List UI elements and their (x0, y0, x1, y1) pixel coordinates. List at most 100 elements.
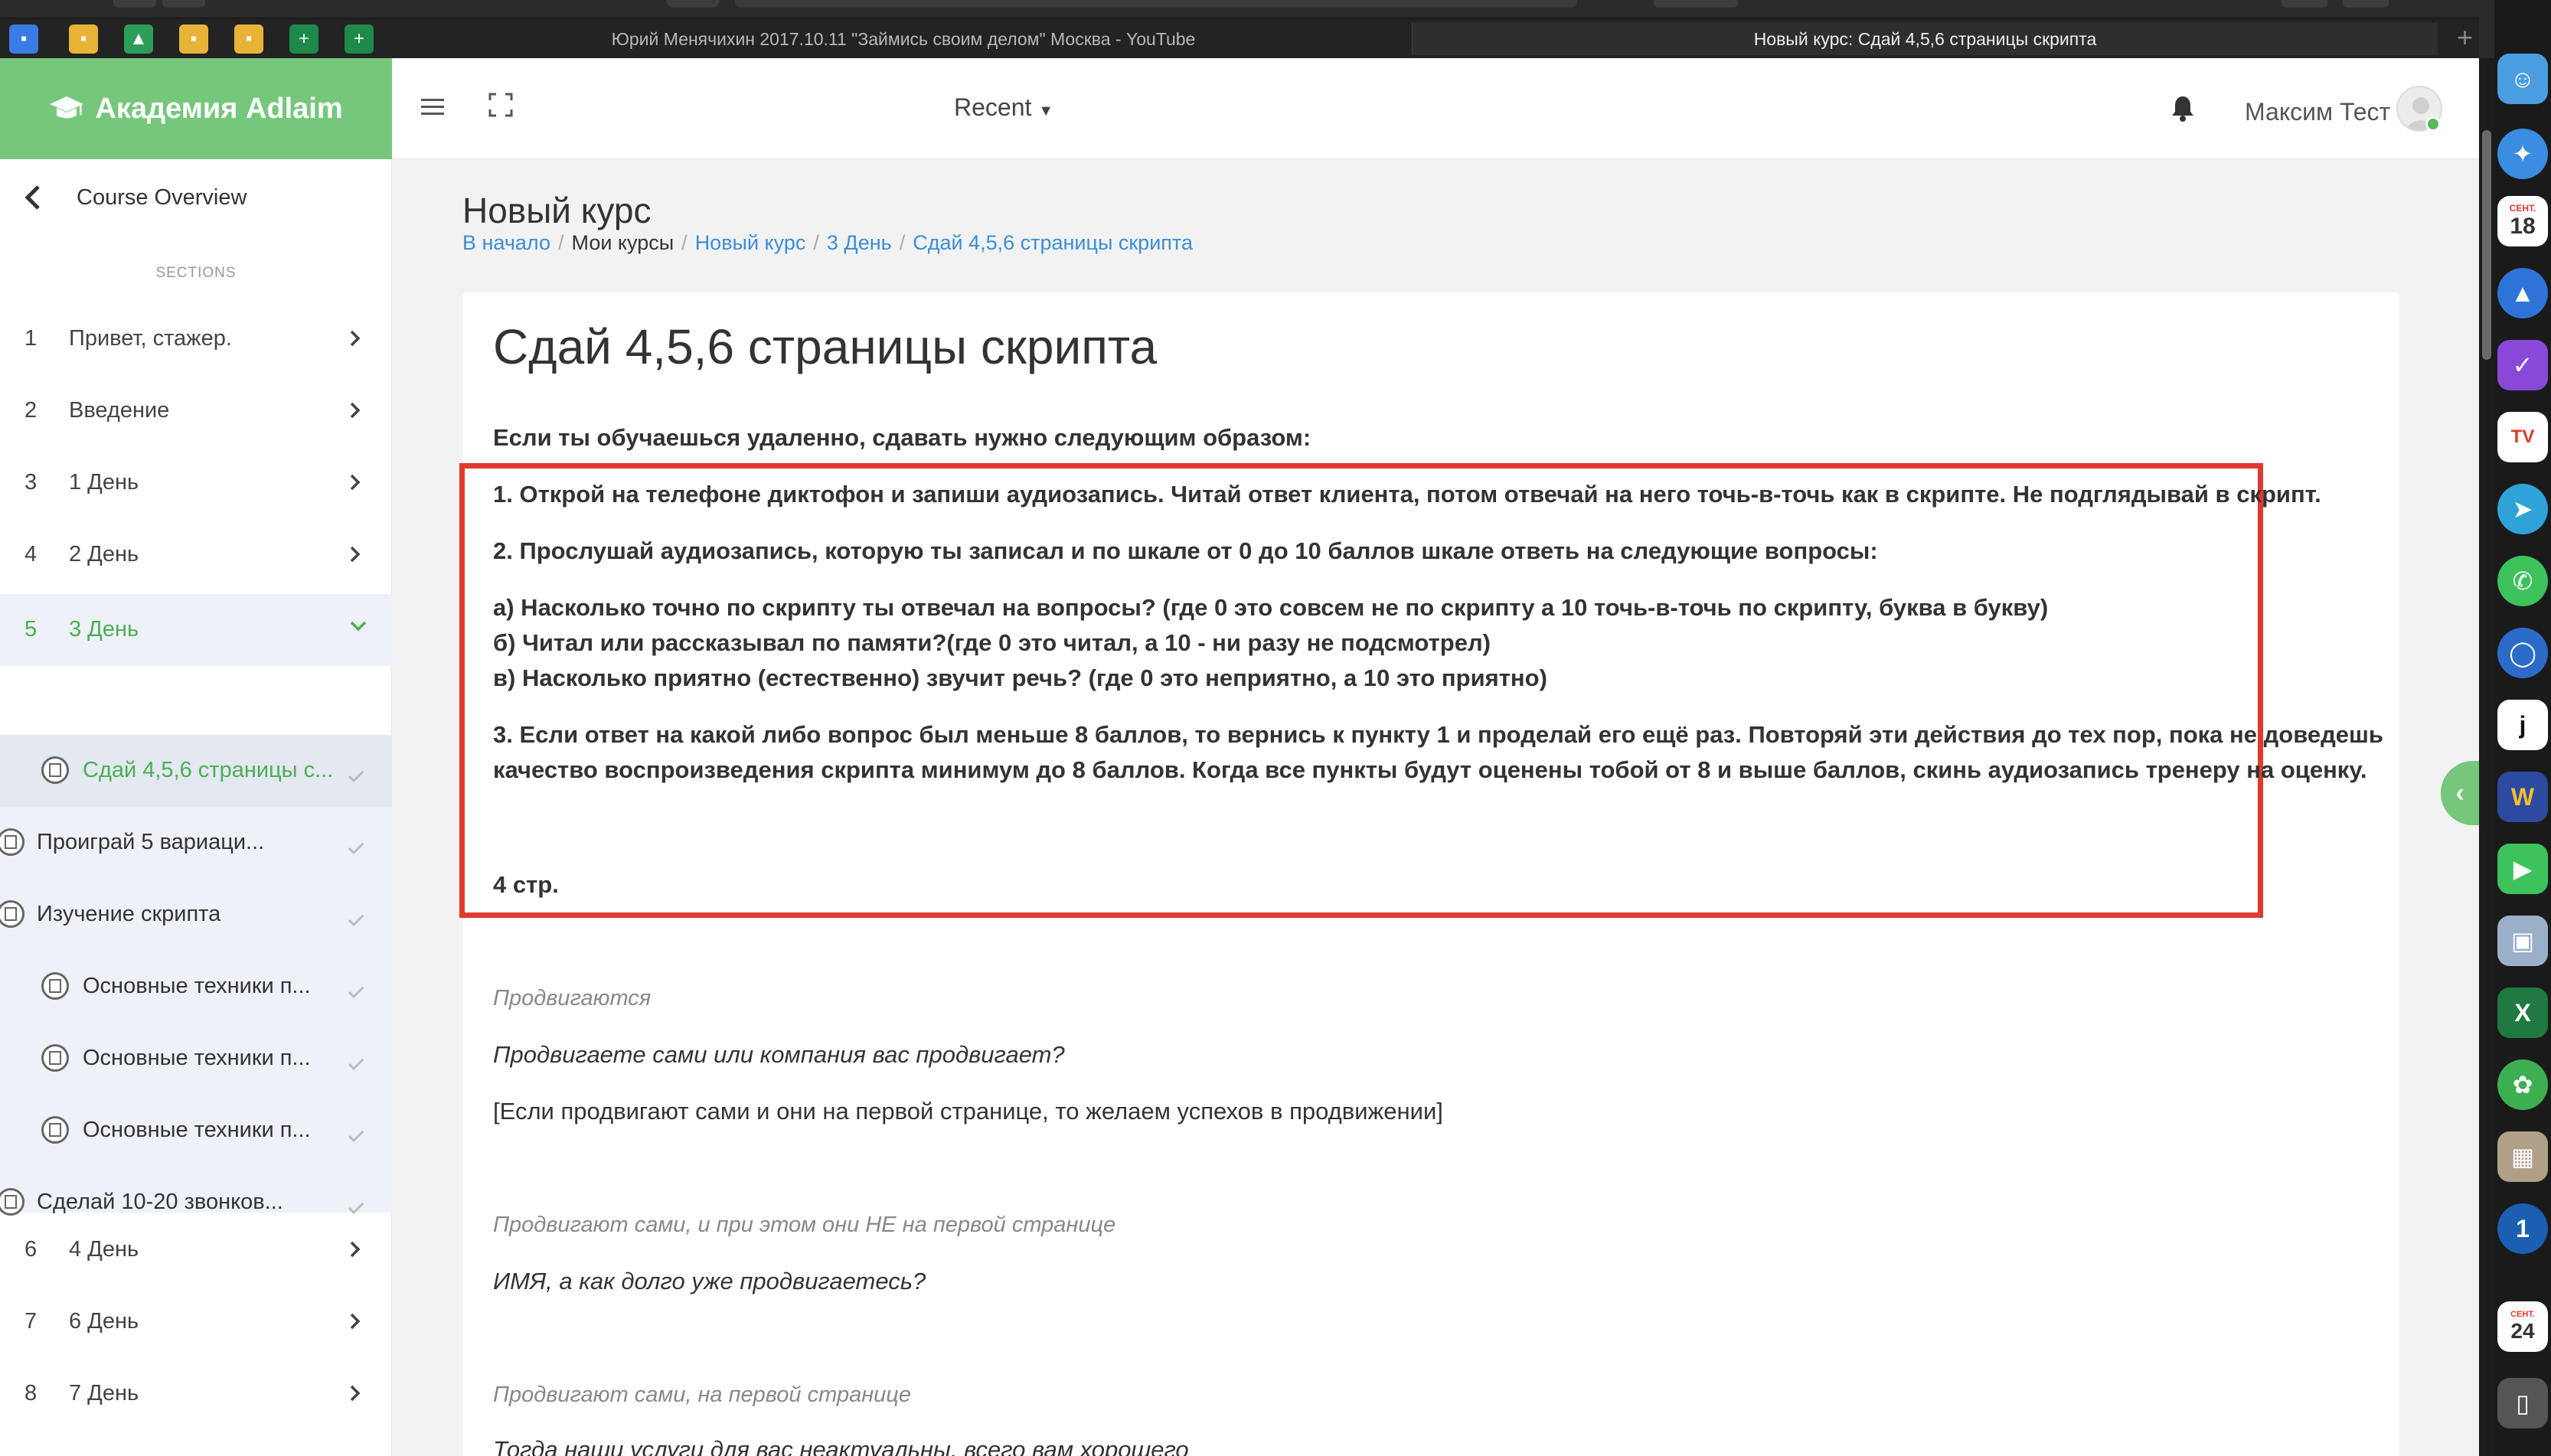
evernote-icon[interactable]: ✿ (2497, 1059, 2548, 1110)
chevron-left-icon (24, 185, 40, 210)
launchpad-icon[interactable]: ▲ (2497, 268, 2548, 318)
chevron-right-icon (350, 1385, 361, 1402)
toolbar-strip (0, 0, 2479, 17)
toolbar-button[interactable] (1654, 0, 1738, 8)
section-name: 2 День (69, 542, 139, 566)
activity-name: Сдай 4,5,6 страницы с... (83, 758, 334, 782)
breadcrumb-section-link[interactable]: 3 День (827, 231, 892, 255)
section-item-5[interactable]: 5 3 День (0, 594, 392, 666)
share-button[interactable] (2282, 0, 2327, 8)
app-icon-j[interactable]: j (2497, 700, 2548, 750)
chevron-down-icon (350, 621, 367, 632)
safari-icon[interactable]: ✦ (2497, 129, 2548, 179)
finder-icon[interactable]: ☺ (2497, 54, 2548, 104)
activity-item[interactable]: Основные техники п... (0, 1023, 392, 1095)
back-nav-button[interactable] (113, 0, 156, 8)
recent-dropdown[interactable]: Recent ▼ (954, 93, 1053, 122)
script-note: [Если продвигают сами и они на первой ст… (493, 1098, 1443, 1125)
forward-nav-button[interactable] (162, 0, 205, 8)
calendar-month: СЕНТ. (2510, 1310, 2535, 1319)
instruction-step-3-cont: качество воспроизведения скрипта минимум… (493, 756, 2367, 783)
instruction-step-2: 2. Прослушай аудиозапись, которую ты зап… (493, 537, 1878, 564)
script-question: Тогда наши услуги для вас неактуальны, в… (493, 1436, 1189, 1456)
section-activities-list: Сдай 4,5,6 страницы с... Проиграй 5 вари… (0, 735, 392, 1216)
sheets-bookmark-icon[interactable]: + (345, 24, 374, 54)
breadcrumb-course-link[interactable]: Новый курс (695, 231, 806, 255)
section-item-7[interactable]: 7 6 День (0, 1286, 392, 1358)
section-number: 7 (24, 1309, 38, 1334)
activity-item[interactable]: Проиграй 5 вариаци... (0, 807, 392, 879)
breadcrumb-my-courses[interactable]: Мои курсы (572, 231, 674, 255)
calendar-day: 18 (2510, 214, 2536, 239)
telegram-icon[interactable]: ➤ (2497, 484, 2548, 534)
breadcrumb-separator: / (681, 231, 688, 254)
fullscreen-icon[interactable] (488, 92, 513, 124)
caret-down-icon: ▼ (1038, 103, 1054, 119)
new-tab-button[interactable]: + (2457, 21, 2473, 54)
extension-button[interactable] (2343, 0, 2389, 8)
breadcrumb: В начало / Мои курсы / Новый курс / 3 Де… (462, 231, 1193, 255)
whatsapp-icon[interactable]: ✆ (2497, 556, 2548, 606)
1password-icon[interactable]: 1 (2497, 1203, 2548, 1254)
activity-item[interactable]: Изучение скрипта (0, 879, 392, 951)
tab-course[interactable]: Новый курс: Сдай 4,5,6 страницы скрипта (1412, 23, 2438, 55)
messenger-icon[interactable]: ◯ (2497, 628, 2548, 678)
brand-logo[interactable]: Академия Adlaim (0, 58, 392, 159)
calendar-month: СЕНТ. (2509, 203, 2536, 214)
folder-bookmark-icon[interactable]: ▪ (234, 24, 263, 54)
tv-app-icon[interactable]: TV (2497, 412, 2548, 462)
preview-icon[interactable]: ▣ (2497, 916, 2548, 966)
scrollbar-thumb[interactable] (2482, 130, 2491, 360)
page-icon (41, 1116, 69, 1144)
section-name: 4 День (69, 1237, 139, 1262)
user-menu-name[interactable]: Максим Тест (2245, 98, 2390, 126)
folder-bookmark-icon[interactable]: ▪ (179, 24, 208, 54)
calculator-icon[interactable]: ▦ (2497, 1131, 2548, 1182)
app-icon-w[interactable]: W (2497, 772, 2548, 822)
reload-button[interactable] (666, 0, 720, 8)
check-icon (348, 914, 364, 926)
drive-bookmark-icon[interactable]: ▲ (124, 24, 153, 54)
instruction-question-c: в) Насколько приятно (естественно) звучи… (493, 664, 1547, 691)
trash-icon[interactable]: ▯ (2497, 1378, 2548, 1428)
page-heading: Сдай 4,5,6 страницы скрипта (493, 319, 1158, 374)
chevron-right-icon (350, 1313, 361, 1330)
section-item-3[interactable]: 3 1 День (0, 447, 392, 519)
facetime-icon[interactable]: ▶ (2497, 844, 2548, 894)
instruction-step-3: 3. Если ответ на какой либо вопрос был м… (493, 721, 2383, 748)
folder-bookmark-icon[interactable]: ▪ (69, 24, 98, 54)
section-item-4[interactable]: 4 2 День (0, 519, 392, 591)
sheets-bookmark-icon[interactable]: + (289, 24, 318, 54)
tasks-icon[interactable]: ✓ (2497, 340, 2548, 390)
activity-name: Основные техники п... (83, 1118, 311, 1142)
section-item-6[interactable]: 6 4 День (0, 1214, 392, 1286)
section-number: 1 (24, 326, 38, 351)
activity-item[interactable]: Основные техники п... (0, 951, 392, 1023)
page-icon (0, 1188, 24, 1216)
activity-item[interactable]: Основные техники п... (0, 1095, 392, 1167)
activity-item[interactable]: Сдай 4,5,6 страницы с... (0, 735, 392, 807)
breadcrumb-home-link[interactable]: В начало (462, 231, 550, 255)
hamburger-menu-icon[interactable] (421, 92, 444, 124)
activity-name: Основные техники п... (83, 974, 311, 998)
drawer-toggle-button[interactable]: ‹ (2441, 761, 2479, 825)
section-item-2[interactable]: 2 Введение (0, 375, 392, 447)
bell-icon[interactable] (2170, 95, 2196, 126)
excel-icon[interactable]: X (2497, 988, 2548, 1038)
chat-bookmark-icon[interactable]: ▪ (9, 24, 38, 54)
check-icon (348, 842, 364, 854)
section-number: 4 (24, 542, 38, 566)
breadcrumb-page-link[interactable]: Сдай 4,5,6 страницы скрипта (913, 231, 1193, 255)
section-name: 1 День (69, 470, 139, 495)
course-overview-label: Course Overview (77, 185, 247, 210)
chevron-right-icon (350, 1241, 361, 1258)
tab-youtube[interactable]: Юрий Менячихин 2017.10.11 "Займись своим… (398, 23, 1409, 55)
calendar-icon[interactable]: СЕНТ. 24 (2497, 1301, 2548, 1352)
tab-title: Новый курс: Сдай 4,5,6 страницы скрипта (1753, 28, 2097, 49)
section-name: 7 День (69, 1381, 139, 1405)
address-bar[interactable] (735, 0, 1577, 8)
calendar-icon[interactable]: СЕНТ. 18 (2497, 196, 2548, 246)
course-overview-link[interactable]: Course Overview (0, 159, 392, 236)
section-item-1[interactable]: 1 Привет, стажер. (0, 303, 392, 375)
section-item-8[interactable]: 8 7 День (0, 1358, 392, 1430)
